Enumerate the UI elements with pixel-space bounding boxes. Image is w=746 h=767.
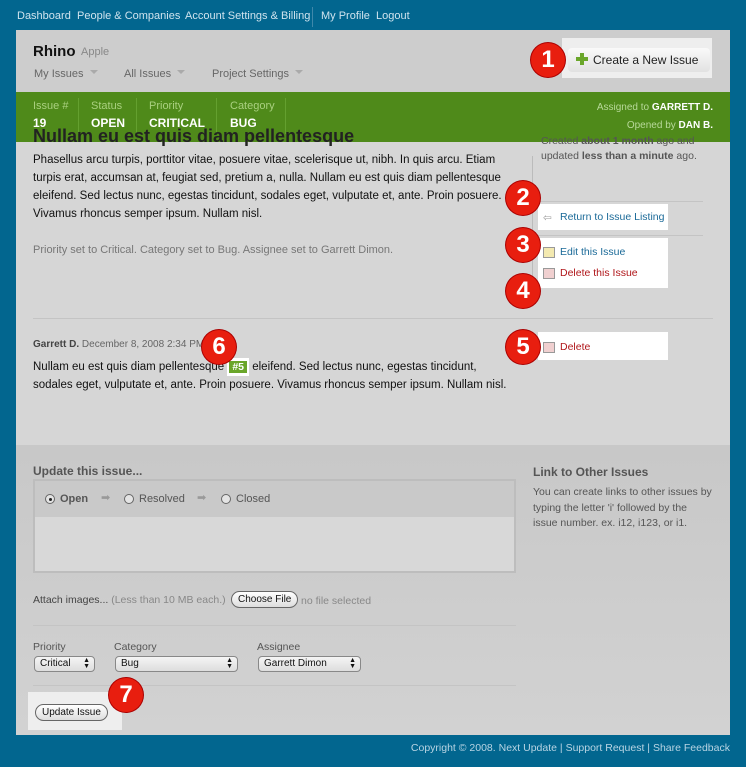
company-name: Apple [81, 46, 110, 58]
divider [33, 685, 516, 686]
arrow-right-icon: ➡ [197, 492, 207, 504]
nav-account-settings[interactable]: Account Settings & Billing [185, 10, 310, 22]
radio-resolved[interactable]: Resolved [124, 493, 185, 505]
sidebar-divider [532, 156, 533, 284]
footer: Copyright © 2008. Next Update | Support … [410, 742, 730, 754]
category-select[interactable]: Bug ▲ ▼ [115, 656, 238, 672]
caret-down-icon [89, 70, 98, 78]
edit-issue-link[interactable]: Edit this Issue [543, 246, 625, 258]
updown-icon: ▲ ▼ [349, 657, 356, 670]
choose-file-button[interactable]: Choose File [231, 591, 299, 608]
issue-description: Phasellus arcu turpis, porttitor vitae, … [33, 154, 502, 220]
assignee-select[interactable]: Garrett Dimon ▲ ▼ [258, 656, 361, 672]
divider [33, 625, 516, 626]
menu-all-issues[interactable]: All Issues [124, 68, 186, 80]
delete-issue-link[interactable]: Delete this Issue [543, 267, 638, 279]
radio-icon [221, 494, 231, 505]
footer-support-request[interactable]: Support Request [566, 742, 645, 754]
menu-label: Project Settings [212, 68, 290, 80]
update-issue-button[interactable]: Update Issue [35, 704, 108, 721]
return-to-listing-link[interactable]: ⇦ Return to Issue Listing [543, 211, 664, 224]
link-help-title: Link to Other Issues [533, 465, 649, 479]
attach-label: Attach images... (Less than 10 MB each.) [33, 594, 226, 606]
callout-3: 3 [506, 228, 540, 262]
project-name: Rhino [33, 43, 76, 60]
callout-5: 5 [506, 330, 540, 364]
back-arrow-icon: ⇦ [543, 211, 552, 224]
footer-next-update[interactable]: Next Update [499, 742, 557, 754]
create-issue-button[interactable]: Create a New Issue [568, 48, 710, 72]
menu-my-issues[interactable]: My Issues [34, 68, 98, 80]
issue-title: Nullam eu est quis diam pellentesque [33, 126, 355, 146]
comment-body: Nullam eu est quis diam pellentesque #5 … [33, 358, 513, 394]
nav-logout[interactable]: Logout [376, 10, 410, 22]
nav-divider [312, 7, 313, 27]
issue-changes: Priority set to Critical. Category set t… [33, 244, 394, 256]
nav-dashboard[interactable]: Dashboard [17, 10, 71, 22]
project-header: Rhino Apple My Issues All Issues Project… [16, 30, 730, 92]
issue-timestamps: Created about 1 month ago and updated le… [541, 135, 697, 162]
radio-open[interactable]: Open [45, 493, 88, 505]
assigned-to: Assigned to GARRETT D. [596, 102, 713, 113]
delete-icon [543, 267, 555, 279]
priority-select[interactable]: Critical ▲ ▼ [34, 656, 95, 672]
caret-down-icon [177, 70, 186, 78]
assignee-label: Assignee [257, 641, 301, 653]
status-radio-group: Open ➡ Resolved ➡ Closed [35, 481, 514, 517]
delete-comment-link[interactable]: Delete [543, 341, 590, 353]
footer-share-feedback[interactable]: Share Feedback [653, 742, 730, 754]
issue-tag-link[interactable]: #5 [229, 361, 248, 373]
menu-label: My Issues [34, 68, 84, 80]
menu-label: All Issues [124, 68, 172, 80]
arrow-right-icon: ➡ [101, 492, 111, 504]
opened-by: Opened by DAN B. [626, 120, 713, 131]
update-title: Update this issue... [33, 464, 143, 478]
callout-6: 6 [202, 330, 236, 364]
link-help-text: You can create links to other issues by … [533, 486, 712, 529]
radio-closed[interactable]: Closed [221, 493, 270, 505]
callout-1: 1 [531, 43, 565, 77]
edit-icon [543, 246, 555, 258]
no-file-text: no file selected [301, 595, 372, 607]
menu-project-settings[interactable]: Project Settings [212, 68, 304, 80]
callout-4: 4 [506, 274, 540, 308]
comment-date: December 8, 2008 2:34 PM [81, 339, 205, 350]
plus-icon [576, 53, 588, 65]
nav-people-companies[interactable]: People & Companies [77, 10, 180, 22]
callout-7: 7 [109, 678, 143, 712]
comment-meta: Garrett D. December 8, 2008 2:34 PM [33, 339, 204, 350]
updown-icon: ▲ ▼ [83, 657, 90, 670]
delete-comment-icon [543, 341, 555, 353]
divider [533, 235, 703, 236]
nav-my-profile[interactable]: My Profile [321, 10, 370, 22]
main-container: Rhino Apple My Issues All Issues Project… [16, 30, 730, 735]
priority-label: Priority [33, 641, 66, 653]
callout-2: 2 [506, 181, 540, 215]
divider [33, 318, 713, 319]
radio-icon [124, 494, 134, 505]
update-textarea[interactable]: Open ➡ Resolved ➡ Closed [33, 479, 516, 573]
create-issue-label: Create a New Issue [593, 53, 699, 67]
comment-author: Garrett D. [33, 339, 80, 350]
caret-down-icon [295, 70, 304, 78]
updown-icon: ▲ ▼ [226, 657, 233, 670]
radio-selected-icon [45, 494, 55, 505]
category-label: Category [114, 641, 157, 653]
divider [533, 201, 703, 202]
